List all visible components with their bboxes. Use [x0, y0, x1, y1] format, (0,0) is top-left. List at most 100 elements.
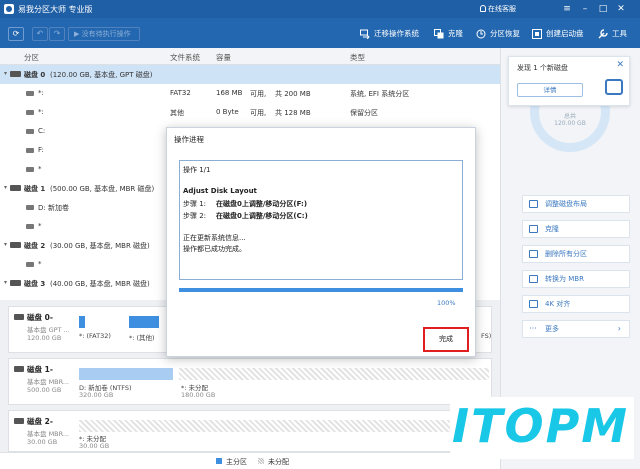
done-button[interactable]: 完成 — [423, 327, 469, 352]
delete-all-partitions-button[interactable]: 删除所有分区 — [522, 245, 630, 263]
refresh-button[interactable]: ⟳ — [8, 27, 24, 41]
disk-card[interactable]: 磁盘 2- 基本盘 MBR... 30.00 GB *: 未分配 30.00 G… — [8, 410, 492, 452]
tools-button[interactable]: 工具 — [598, 28, 627, 40]
partition-label: *: — [38, 108, 44, 116]
partition-icon — [26, 224, 34, 229]
unallocated-swatch — [258, 458, 264, 464]
clone-disk-button[interactable]: 克隆 — [522, 220, 630, 238]
partition-label: C: — [38, 127, 46, 135]
dialog-title: 操作进程 — [174, 135, 204, 144]
disk-icon — [10, 280, 21, 286]
partition-label: * — [38, 165, 42, 173]
action-label: 4K 对齐 — [545, 300, 571, 308]
log-heading: Adjust Disk Layout — [183, 187, 257, 195]
action-label: 更多 — [545, 325, 559, 333]
disk-card-type: 基本盘 MBR... — [27, 378, 70, 386]
disk-icon — [14, 366, 24, 372]
create-bootdisk-button[interactable]: 创建启动盘 — [532, 28, 584, 40]
align-icon — [529, 300, 538, 308]
partition-avail: 可用, — [250, 109, 267, 117]
disk-card-size: 120.00 GB — [27, 334, 62, 342]
action-label: 克隆 — [545, 225, 559, 233]
partition-icon — [26, 91, 34, 96]
partition-icon — [26, 148, 34, 153]
clone-icon — [529, 225, 538, 233]
partition-label: *: — [38, 89, 44, 97]
convert-icon — [529, 275, 538, 283]
migrate-os-button[interactable]: 迁移操作系统 — [360, 28, 419, 40]
close-icon[interactable]: ✕ — [616, 60, 624, 70]
action-label: 转换为 MBR — [545, 275, 584, 283]
col-type: 类型 — [350, 53, 365, 62]
more-icon: ··· — [529, 324, 537, 333]
table-row[interactable]: *: FAT32 168 MB 可用, 共 200 MB 系统, EFI 系统分… — [0, 84, 500, 103]
disk-card-type: 基本盘 MBR... — [27, 430, 70, 438]
collapse-arrow-icon[interactable]: ▾ — [4, 184, 7, 191]
maximize-icon[interactable]: □ — [596, 2, 610, 16]
table-row[interactable]: ▾ 磁盘 0 (120.00 GB, 基本盘, GPT 磁盘) — [0, 65, 500, 84]
layout-icon — [529, 200, 538, 208]
ring-label-total: 总共 — [563, 113, 576, 120]
log-step-count: 操作 1/1 — [183, 166, 211, 174]
pending-operations-button[interactable]: ▶ 没有待执行操作 — [68, 27, 140, 41]
partition-type: 系统, EFI 系统分区 — [350, 90, 410, 98]
clone-icon — [434, 29, 444, 39]
menu-icon[interactable]: ≡ — [560, 2, 574, 16]
col-partition: 分区 — [24, 53, 39, 62]
partition-type: 保留分区 — [350, 109, 378, 117]
disk-card-size: 30.00 GB — [27, 438, 58, 446]
disk-card-name: 磁盘 1- — [27, 365, 53, 374]
disk-icon — [14, 314, 24, 320]
clone-button[interactable]: 克隆 — [434, 28, 463, 40]
log-updating: 正在更新系统信息... — [183, 234, 246, 242]
partition-icon — [26, 110, 34, 115]
partition-segment[interactable] — [79, 368, 173, 380]
partition-segment[interactable] — [79, 316, 85, 328]
operation-log: 操作 1/1 Adjust Disk Layout 步骤 1: 在磁盘0上调整/… — [179, 160, 463, 280]
partition-label: * — [38, 222, 42, 230]
notice-title: 发现 1 个新磁盘 — [517, 64, 568, 72]
align-4k-button[interactable]: 4K 对齐 — [522, 295, 630, 313]
tools-icon — [598, 29, 608, 39]
partition-avail: 可用, — [250, 90, 267, 98]
progress-bar — [179, 288, 463, 292]
collapse-arrow-icon[interactable]: ▾ — [4, 70, 7, 77]
window-title: 易我分区大师 专业版 — [18, 5, 93, 14]
collapse-arrow-icon[interactable]: ▾ — [4, 241, 7, 248]
convert-mbr-button[interactable]: 转换为 MBR — [522, 270, 630, 288]
disk-icon — [605, 79, 623, 95]
disk-card-name: 磁盘 0- — [27, 313, 53, 322]
legend-unallocated: 未分配 — [268, 458, 289, 466]
partition-total: 共 128 MB — [275, 109, 311, 117]
close-icon[interactable]: ✕ — [614, 2, 628, 16]
unallocated-segment[interactable] — [179, 368, 489, 380]
partition-table-header: 分区 文件系统 容量 类型 — [0, 48, 500, 65]
bootdisk-icon — [532, 29, 542, 39]
online-support-link[interactable]: 在线客服 — [488, 4, 516, 14]
partition-used: 168 MB — [216, 89, 243, 97]
undo-button[interactable]: ↶ — [32, 27, 48, 41]
disk-label: 磁盘 1 — [24, 185, 46, 193]
partition-segment[interactable] — [129, 316, 159, 328]
collapse-arrow-icon[interactable]: ▾ — [4, 279, 7, 286]
disk-card[interactable]: 磁盘 1- 基本盘 MBR... 500.00 GB D: 新加卷 (NTFS)… — [8, 358, 492, 405]
partition-label: D: 新加卷 — [38, 204, 69, 212]
redo-button[interactable]: ↷ — [49, 27, 65, 41]
app-logo-icon — [4, 4, 14, 14]
unallocated-segment[interactable] — [79, 420, 489, 432]
ring-label-size: 120.00 GB — [554, 120, 586, 127]
operation-progress-dialog: 操作进程 操作 1/1 Adjust Disk Layout 步骤 1: 在磁盘… — [166, 127, 476, 357]
col-capacity: 容量 — [216, 53, 231, 62]
disk-detail: (500.00 GB, 基本盘, MBR 磁盘) — [50, 185, 155, 193]
partition-label: * — [38, 260, 42, 268]
more-button[interactable]: ··· 更多 › — [522, 320, 630, 338]
table-row[interactable]: *: 其他 0 Byte 可用, 共 128 MB 保留分区 — [0, 103, 500, 122]
partition-label: F: — [38, 146, 44, 154]
title-bar: 易我分区大师 专业版 在线客服 ≡ – □ ✕ — [0, 0, 640, 18]
trash-icon — [529, 250, 538, 258]
adjust-layout-button[interactable]: 调整磁盘布局 — [522, 195, 630, 213]
minimize-icon[interactable]: – — [578, 2, 592, 16]
partition-recovery-button[interactable]: 分区恢复 — [476, 28, 520, 40]
details-button[interactable]: 详情 — [517, 83, 583, 97]
new-disk-notice: 发现 1 个新磁盘 ✕ 详情 — [508, 56, 630, 106]
